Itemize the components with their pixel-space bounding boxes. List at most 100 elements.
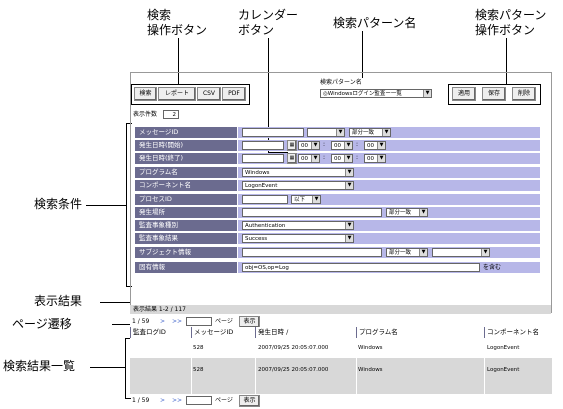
- callout-pattern-buttons: 検索パターン 操作ボタン: [475, 8, 547, 37]
- next-page-link[interactable]: >: [160, 397, 165, 405]
- condition-label: 発生日時(終了): [135, 153, 237, 164]
- page-number-input[interactable]: [186, 396, 212, 405]
- table-cell: LogonEvent: [487, 367, 520, 373]
- delete-pattern-button[interactable]: 削除: [512, 87, 536, 101]
- start-minute-select[interactable]: 00 ▼: [331, 141, 353, 150]
- leader-line: [100, 302, 130, 303]
- callout-pattern-name: 検索パターン名: [333, 16, 417, 30]
- last-page-link[interactable]: >>: [172, 397, 182, 405]
- last-page-link[interactable]: >>: [172, 318, 182, 326]
- leader-line: [362, 31, 363, 78]
- column-header[interactable]: メッセージID: [192, 327, 255, 338]
- callout-search-conditions: 検索条件: [34, 197, 83, 211]
- end-minute-select[interactable]: 00 ▼: [331, 154, 353, 163]
- subject-extra-select[interactable]: ▼: [432, 248, 490, 257]
- table-cell: LogonEvent: [487, 345, 520, 351]
- program-select[interactable]: Windows ▼: [242, 168, 354, 177]
- condition-label: プロセスID: [135, 194, 237, 205]
- start-hour-select[interactable]: 00 ▼: [298, 141, 320, 150]
- table-cell: 2007/09/25 20:05:07.000: [258, 345, 329, 351]
- pdf-button[interactable]: PDF: [222, 87, 246, 101]
- column-header[interactable]: プログラム名: [357, 327, 484, 338]
- calendar-icon[interactable]: ▦: [287, 153, 297, 164]
- location-match-select[interactable]: 部分一致 ▼: [386, 208, 428, 217]
- table-cell: 528: [193, 345, 204, 351]
- column-header[interactable]: 発生日時 /: [256, 327, 356, 338]
- callout-calendar-button: カレンダー ボタン: [238, 8, 299, 37]
- search-button[interactable]: 検索: [134, 87, 157, 101]
- end-hour-select[interactable]: 00 ▼: [298, 154, 320, 163]
- time-separator: :: [323, 141, 326, 148]
- calendar-icon[interactable]: ▦: [287, 140, 297, 151]
- message-id-select[interactable]: ▼: [307, 128, 345, 137]
- apply-button[interactable]: 適用: [452, 87, 476, 101]
- location-input[interactable]: [242, 208, 382, 217]
- pattern-select[interactable]: ◎Windowsログイン監査ー一覧 ▼: [320, 89, 432, 98]
- callout-result-list: 検索結果一覧: [3, 359, 76, 373]
- column-header[interactable]: コンポーネント名: [485, 327, 552, 338]
- table-cell: 2007/09/25 20:05:07.000: [258, 367, 329, 373]
- table-row[interactable]: [130, 358, 552, 394]
- condition-label: コンポーネント名: [135, 180, 237, 191]
- column-divider: [191, 338, 192, 394]
- audit-type-select[interactable]: Authentication ▼: [242, 221, 354, 230]
- message-id-match-select[interactable]: 部分一致 ▼: [349, 128, 391, 137]
- pager-position: 1 / 59: [132, 318, 150, 325]
- condition-label: 発生日時(開始): [135, 140, 237, 151]
- subject-input[interactable]: [242, 248, 382, 257]
- display-count-label: 表示件数: [133, 111, 158, 118]
- start-second-select[interactable]: 00 ▼: [364, 141, 386, 150]
- subject-match-select[interactable]: 部分一致 ▼: [386, 248, 428, 257]
- end-date-input[interactable]: [242, 154, 284, 163]
- leader-line: [86, 205, 126, 206]
- time-separator: :: [323, 154, 326, 161]
- end-second-select[interactable]: 00 ▼: [364, 154, 386, 163]
- unique-info-input[interactable]: obj=OS,op=Log: [242, 263, 480, 272]
- time-separator: :: [356, 154, 359, 161]
- callout-page-nav: ページ遷移: [12, 317, 72, 331]
- condition-label: メッセージID: [135, 127, 237, 138]
- condition-label: 固有情報: [135, 262, 237, 273]
- column-header[interactable]: 監査ログID: [131, 327, 191, 338]
- time-separator: :: [356, 141, 359, 148]
- report-button[interactable]: レポート: [158, 87, 196, 101]
- display-count-input[interactable]: 2: [163, 110, 179, 119]
- callout-display-result: 表示結果: [34, 294, 83, 308]
- save-pattern-button[interactable]: 保存: [482, 87, 506, 101]
- condition-label: 監査事象種別: [135, 220, 237, 231]
- condition-label: 発生場所: [135, 207, 237, 218]
- start-date-input[interactable]: [242, 141, 284, 150]
- unique-info-suffix: を含む: [483, 264, 502, 271]
- message-id-input[interactable]: [242, 128, 304, 137]
- condition-label: サブジェクト情報: [135, 247, 237, 258]
- condition-label: プログラム名: [135, 167, 237, 178]
- callout-search-buttons: 検索 操作ボタン: [147, 8, 208, 37]
- bracket-line: [126, 123, 127, 286]
- table-cell: Windows: [358, 345, 383, 351]
- column-divider: [255, 338, 256, 394]
- table-cell: Windows: [358, 367, 383, 373]
- table-cell: 528: [193, 367, 204, 373]
- audit-result-select[interactable]: Success ▼: [242, 234, 354, 243]
- condition-label: 監査事象結果: [135, 233, 237, 244]
- csv-button[interactable]: CSV: [197, 87, 221, 101]
- page-number-input[interactable]: [186, 317, 212, 326]
- show-page-button[interactable]: 表示: [239, 395, 260, 407]
- leader-line: [90, 367, 125, 368]
- next-page-link[interactable]: >: [160, 318, 165, 326]
- pager-position: 1 / 59: [132, 397, 150, 404]
- pattern-name-label: 検索パターン名: [320, 79, 362, 86]
- component-select[interactable]: LogonEvent ▼: [242, 181, 354, 190]
- result-summary-text: 表示結果 1-2 / 117: [133, 306, 186, 313]
- process-id-input[interactable]: [242, 195, 288, 204]
- result-summary-bar: [130, 305, 551, 314]
- bracket-line: [125, 398, 131, 399]
- screen-frame: [130, 72, 552, 313]
- page-label: ページ: [215, 397, 233, 404]
- column-divider: [356, 338, 357, 394]
- page-label: ページ: [215, 318, 233, 325]
- process-id-op-select[interactable]: 以下 ▼: [291, 195, 321, 204]
- bracket-line: [125, 338, 126, 398]
- column-divider: [484, 338, 485, 394]
- leader-line: [112, 324, 130, 325]
